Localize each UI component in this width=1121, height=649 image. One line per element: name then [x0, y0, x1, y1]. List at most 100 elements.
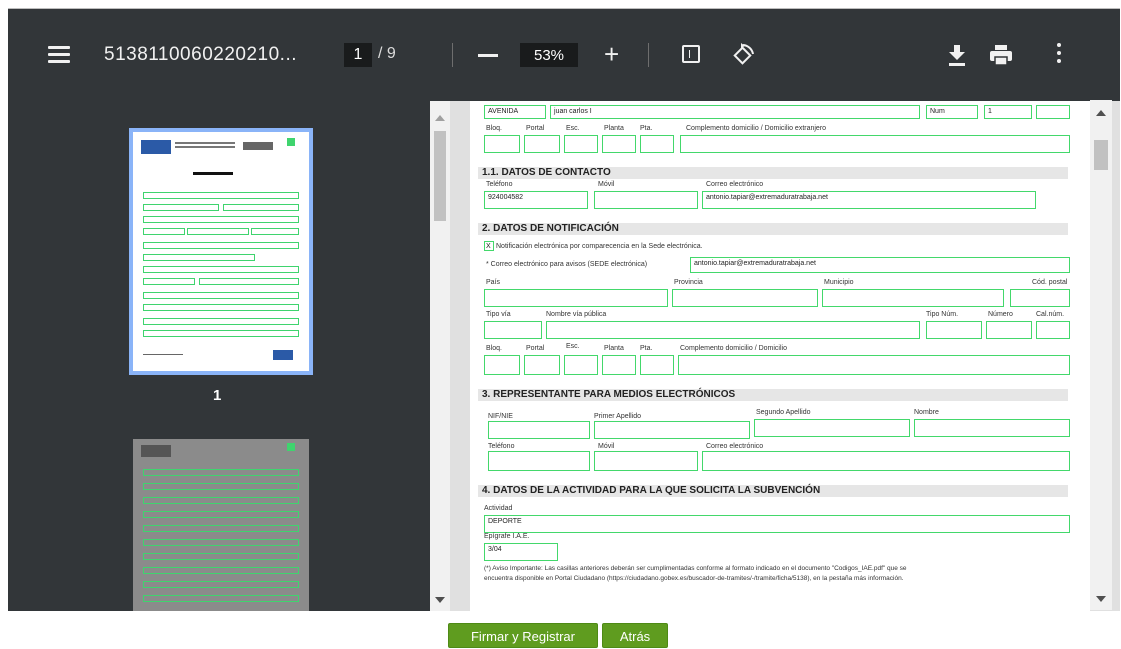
cal-num-field[interactable]	[1036, 321, 1070, 339]
download-icon[interactable]	[946, 43, 968, 67]
label: Portal	[526, 345, 545, 352]
pais-field[interactable]	[484, 289, 668, 307]
segundo-apellido-field[interactable]	[754, 419, 910, 437]
label: Portal	[526, 125, 545, 132]
label: Planta	[604, 345, 624, 352]
primer-apellido-field[interactable]	[594, 421, 750, 439]
planta-field[interactable]	[602, 355, 636, 375]
notice-text: (*) Aviso Importante: Las casillas anter…	[484, 565, 907, 572]
label: Actividad	[484, 505, 513, 512]
sign-register-button[interactable]: Firmar y Registrar	[448, 623, 598, 648]
label: Nombre	[914, 409, 939, 416]
zoom-level-input[interactable]: 53%	[520, 43, 578, 67]
zoom-out-icon[interactable]	[478, 54, 498, 57]
page-thumbnail-1[interactable]	[129, 128, 313, 375]
movil-field[interactable]	[594, 191, 698, 209]
label: Planta	[604, 125, 624, 132]
telefono-field[interactable]	[488, 451, 590, 471]
toolbar-divider	[648, 43, 649, 67]
portal-field[interactable]	[524, 135, 560, 153]
label: Esc.	[566, 343, 580, 350]
label: Pta.	[640, 125, 653, 132]
page-thumbnail-number: 1	[213, 387, 222, 404]
correo-field[interactable]	[702, 451, 1070, 471]
label: Esc.	[566, 125, 580, 132]
label: Complemento domicilio / Domicilio	[680, 345, 787, 352]
esc-field[interactable]	[564, 135, 598, 153]
label: Correo electrónico	[706, 443, 764, 450]
label: Primer Apellido	[594, 413, 642, 420]
menu-icon[interactable]	[48, 46, 70, 64]
fit-page-icon[interactable]	[682, 45, 700, 63]
aviso-email-field[interactable]: antonio.tapiar@extremaduratrabaja.net	[690, 257, 1070, 273]
label: Móvil	[598, 181, 615, 188]
back-button[interactable]: Atrás	[602, 623, 668, 648]
more-options-icon[interactable]	[1056, 43, 1062, 67]
actividad-field[interactable]: DEPORTE	[484, 515, 1070, 533]
notification-checkbox[interactable]: X	[484, 241, 494, 251]
nombre-via-field[interactable]: juan carlos I	[550, 105, 920, 119]
page-thumbnail-2[interactable]	[133, 439, 309, 611]
label: Número	[988, 311, 1013, 318]
document-scrollbar[interactable]	[430, 101, 450, 611]
telefono-field[interactable]: 924004582	[484, 191, 588, 209]
print-icon[interactable]	[989, 44, 1013, 66]
document-area: AVENIDA juan carlos I Num 1 Bloq. Portal…	[430, 101, 1120, 611]
bloq-field[interactable]	[484, 135, 520, 153]
tipo-via-field[interactable]	[484, 321, 542, 339]
label: Móvil	[598, 443, 615, 450]
municipio-field[interactable]	[822, 289, 1004, 307]
checkbox-label: Notificación electrónica por comparecenc…	[496, 243, 703, 250]
section-title: 2. DATOS DE NOTIFICACIÓN	[478, 223, 1068, 235]
pdf-page: AVENIDA juan carlos I Num 1 Bloq. Portal…	[470, 101, 1090, 611]
thumbnail-sidebar: 1	[8, 101, 430, 611]
section-title: 4. DATOS DE LA ACTIVIDAD PARA LA QUE SOL…	[478, 485, 1068, 497]
correo-field[interactable]: antonio.tapiar@extremaduratrabaja.net	[702, 191, 1036, 209]
label: Teléfono	[488, 443, 515, 450]
movil-field[interactable]	[594, 451, 698, 471]
rotate-icon[interactable]	[730, 43, 756, 69]
epigrafe-field[interactable]: 3/04	[484, 543, 558, 561]
page-scrollbar[interactable]	[1090, 100, 1112, 610]
nombre-via-field[interactable]	[546, 321, 920, 339]
planta-field[interactable]	[602, 135, 636, 153]
label: Tipo Núm.	[926, 311, 959, 318]
label: Nombre vía pública	[546, 311, 607, 318]
pta-field[interactable]	[640, 135, 674, 153]
label: Bloq.	[486, 345, 502, 352]
notice-text: encuentra disponible en Portal Ciudadano…	[484, 575, 904, 582]
tipo-via-field[interactable]: AVENIDA	[484, 105, 546, 119]
nombre-field[interactable]	[914, 419, 1070, 437]
document-title: 5138110060220210...	[104, 44, 297, 65]
tipo-num-field[interactable]: Num	[926, 105, 978, 119]
label: Municipio	[824, 279, 854, 286]
label: Epígrafe I.A.E.	[484, 533, 530, 540]
cod-postal-field[interactable]	[1010, 289, 1070, 307]
label: Segundo Apellido	[756, 409, 811, 416]
cal-num-field[interactable]	[1036, 105, 1070, 119]
label: Complemento domicilio / Domicilio extran…	[686, 125, 827, 132]
page-number-input[interactable]: 1	[344, 43, 372, 67]
toolbar-divider	[452, 43, 453, 67]
label: País	[486, 279, 501, 286]
nif-field[interactable]	[488, 421, 590, 439]
pdf-toolbar: 5138110060220210... 1 / 9 53% +	[8, 9, 1120, 101]
numero-field[interactable]: 1	[984, 105, 1032, 119]
section-title: 1.1. DATOS DE CONTACTO	[478, 167, 1068, 179]
numero-field[interactable]	[986, 321, 1032, 339]
complemento-field[interactable]	[678, 355, 1070, 375]
label: Teléfono	[486, 181, 513, 188]
label: Cal.núm.	[1036, 311, 1065, 318]
complemento-field[interactable]	[680, 135, 1070, 153]
zoom-in-icon[interactable]: +	[604, 41, 619, 67]
bloq-field[interactable]	[484, 355, 520, 375]
esc-field[interactable]	[564, 355, 598, 375]
tipo-num-field[interactable]	[926, 321, 982, 339]
label: Tipo vía	[486, 311, 511, 318]
provincia-field[interactable]	[672, 289, 818, 307]
pta-field[interactable]	[640, 355, 674, 375]
portal-field[interactable]	[524, 355, 560, 375]
pdf-viewer: 5138110060220210... 1 / 9 53% + 1 AVENID…	[8, 8, 1120, 611]
label: * Correo electrónico para avisos (SEDE e…	[486, 261, 648, 268]
label: Bloq.	[486, 125, 502, 132]
